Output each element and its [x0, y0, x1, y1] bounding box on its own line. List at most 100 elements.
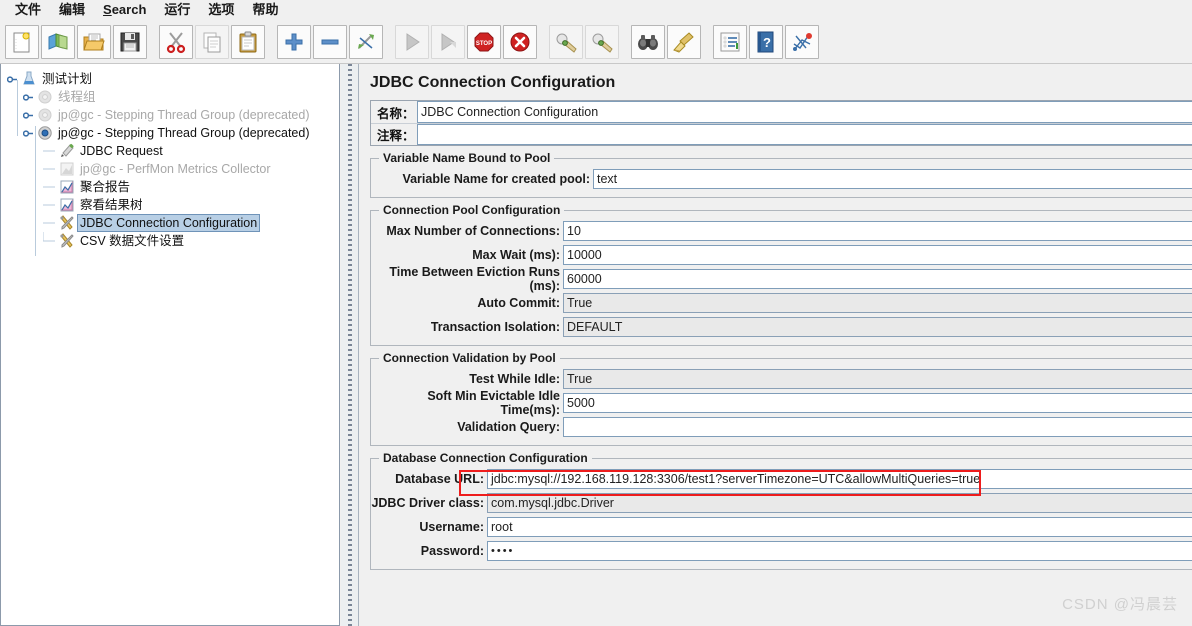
- config-icon: [57, 214, 77, 232]
- start-button[interactable]: [395, 24, 429, 59]
- tree-node-thread-group[interactable]: 线程组: [5, 88, 339, 106]
- eviction-runs-input[interactable]: 60000: [563, 269, 1192, 289]
- variable-name-input[interactable]: text: [593, 169, 1192, 189]
- password-label: Password:: [420, 544, 484, 558]
- play-no-pauses-icon: [436, 30, 460, 54]
- validation-query-input[interactable]: [563, 417, 1192, 437]
- copy-button[interactable]: [195, 24, 229, 59]
- test-plan-tree: 测试计划 线程组 jp@gc - Stepping Thread Group (…: [1, 64, 339, 256]
- report-icon: [57, 178, 77, 196]
- form-row: Max Number of Connections: 10: [371, 221, 1192, 241]
- form-row: JDBC Driver class: com.mysql.jdbc.Driver: [371, 493, 1192, 513]
- test-plan-tree-pane[interactable]: 测试计划 线程组 jp@gc - Stepping Thread Group (…: [0, 64, 340, 626]
- test-plan-icon: [19, 70, 39, 88]
- plus-icon: [282, 30, 306, 54]
- expander-icon[interactable]: [21, 88, 35, 106]
- search-button[interactable]: [631, 24, 665, 59]
- menu-item-file[interactable]: 文件: [6, 1, 50, 19]
- form-row: Max Wait (ms): 10000: [371, 245, 1192, 265]
- jmeter-window: 文件 编辑 Search 运行 选项 帮助 STOP ? 测试计划 线程组 jp…: [0, 0, 1192, 626]
- tree-branch: [43, 178, 57, 196]
- group-connection-validation-by-pool: Connection Validation by Pool Test While…: [370, 351, 1192, 446]
- start-no-pauses-button[interactable]: [431, 24, 465, 59]
- comment-input[interactable]: [417, 124, 1192, 145]
- tree-node-jdbc-connection-configuration[interactable]: JDBC Connection Configuration: [5, 214, 339, 232]
- max-wait-input[interactable]: 10000: [563, 245, 1192, 265]
- clear-button[interactable]: [549, 24, 583, 59]
- transaction-isolation-combo[interactable]: DEFAULT: [563, 317, 1192, 337]
- form-row: Username: root: [371, 517, 1192, 537]
- jdbc-request-icon: [57, 142, 77, 160]
- comment-label: 注释：: [371, 124, 417, 145]
- tree-node-view-results-tree[interactable]: 察看结果树: [5, 196, 339, 214]
- form-row: Auto Commit: True: [371, 293, 1192, 313]
- password-input[interactable]: ••••: [487, 541, 1192, 561]
- username-input[interactable]: root: [487, 517, 1192, 537]
- undo-redo-button[interactable]: [785, 24, 819, 59]
- tree-node-jdbc-request[interactable]: JDBC Request: [5, 142, 339, 160]
- expander-icon[interactable]: [21, 106, 35, 124]
- tree-node-csv-data-set-config[interactable]: CSV 数据文件设置: [5, 232, 339, 250]
- tree-node-label: jp@gc - PerfMon Metrics Collector: [80, 162, 271, 176]
- variable-name-label: Variable Name for created pool:: [402, 172, 590, 186]
- form-row: Time Between Eviction Runs (ms): 60000: [371, 265, 1192, 293]
- tree-node-stepping-thread-group-1[interactable]: jp@gc - Stepping Thread Group (deprecate…: [5, 106, 339, 124]
- clear-icon: [554, 30, 578, 54]
- copy-icon: [200, 30, 224, 54]
- config-icon: [57, 232, 77, 250]
- thread-group-icon: [35, 106, 55, 124]
- shutdown-button[interactable]: [503, 24, 537, 59]
- eviction-runs-label: Time Between Eviction Runs (ms):: [389, 265, 560, 293]
- menu-item-help[interactable]: 帮助: [243, 1, 287, 19]
- auto-commit-label: Auto Commit:: [477, 296, 560, 310]
- transaction-isolation-label: Transaction Isolation:: [430, 320, 560, 334]
- menu-item-run[interactable]: 运行: [155, 1, 199, 19]
- group-title: Variable Name Bound to Pool: [379, 151, 555, 165]
- database-url-label: Database URL:: [395, 472, 484, 486]
- tree-node-stepping-thread-group-2[interactable]: jp@gc - Stepping Thread Group (deprecate…: [5, 124, 339, 142]
- name-input[interactable]: JDBC Connection Configuration: [417, 101, 1192, 123]
- save-icon: [118, 30, 142, 54]
- paste-button[interactable]: [231, 24, 265, 59]
- split-pane-grip: [348, 64, 352, 626]
- soft-min-evictable-label: Soft Min Evictable Idle Time(ms):: [427, 389, 560, 417]
- auto-commit-combo[interactable]: True: [563, 293, 1192, 313]
- menu-item-edit[interactable]: 编辑: [50, 1, 94, 19]
- search-reset-button[interactable]: [667, 24, 701, 59]
- save-button[interactable]: [113, 24, 147, 59]
- collapse-all-button[interactable]: [313, 24, 347, 59]
- function-helper-button[interactable]: [713, 24, 747, 59]
- name-comment-box: 名称： JDBC Connection Configuration 注释：: [370, 100, 1192, 146]
- tree-branch: [43, 214, 57, 232]
- menu-item-file-label: 文件: [15, 2, 42, 17]
- tree-node-label: JDBC Connection Configuration: [77, 214, 261, 232]
- soft-min-evictable-input[interactable]: 5000: [563, 393, 1192, 413]
- menu-item-edit-label: 编辑: [59, 2, 86, 17]
- perfmon-icon: [57, 160, 77, 178]
- stop-button[interactable]: STOP: [467, 24, 501, 59]
- jdbc-driver-class-combo[interactable]: com.mysql.jdbc.Driver: [487, 493, 1192, 513]
- split-pane-divider[interactable]: [341, 64, 359, 626]
- open-button[interactable]: [77, 24, 111, 59]
- menu-item-options[interactable]: 选项: [199, 1, 243, 19]
- menu-item-search-mnemonic: S: [103, 2, 112, 17]
- tree-node-aggregate-report[interactable]: 聚合报告: [5, 178, 339, 196]
- help-button[interactable]: ?: [749, 24, 783, 59]
- cut-button[interactable]: [159, 24, 193, 59]
- clear-all-button[interactable]: [585, 24, 619, 59]
- max-connections-input[interactable]: 10: [563, 221, 1192, 241]
- test-while-idle-label: Test While Idle:: [469, 372, 560, 386]
- expand-all-button[interactable]: [277, 24, 311, 59]
- tree-node-label: 测试计划: [42, 72, 93, 86]
- form-row: Variable Name for created pool: text: [371, 169, 1192, 189]
- tree-node-test-plan[interactable]: 测试计划: [5, 70, 339, 88]
- test-while-idle-combo[interactable]: True: [563, 369, 1192, 389]
- templates-button[interactable]: [41, 24, 75, 59]
- database-url-input[interactable]: jdbc:mysql://192.168.119.128:3306/test1?…: [487, 469, 1192, 489]
- menu-item-search[interactable]: Search: [94, 1, 155, 19]
- new-button[interactable]: [5, 24, 39, 59]
- expander-icon[interactable]: [21, 124, 35, 142]
- tree-node-perfmon-collector[interactable]: jp@gc - PerfMon Metrics Collector: [5, 160, 339, 178]
- toggle-button[interactable]: [349, 24, 383, 59]
- expander-icon[interactable]: [5, 70, 19, 88]
